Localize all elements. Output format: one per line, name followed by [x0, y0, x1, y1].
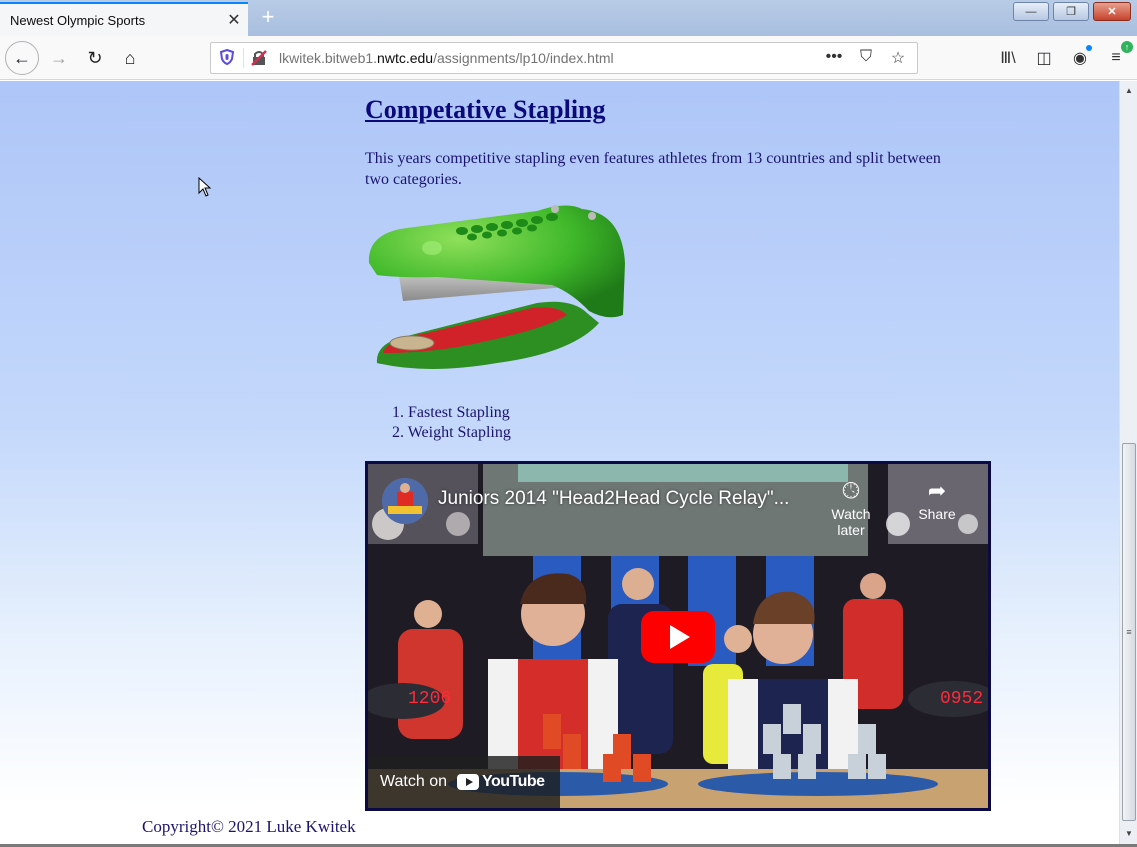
forward-button[interactable]: →	[43, 42, 75, 74]
arrow-left-icon: ←	[13, 47, 31, 68]
vertical-scrollbar[interactable]: ▲ ≡ ▼	[1119, 81, 1137, 844]
share-button[interactable]: ➦ Share	[902, 478, 972, 522]
minimize-button[interactable]: —	[1013, 2, 1049, 21]
list-item: 1. Fastest Stapling	[392, 403, 511, 423]
account-glyph: ◉	[1073, 50, 1087, 67]
list-label: Weight Stapling	[407, 424, 511, 441]
watch-later-label: Watch later	[831, 506, 871, 538]
timer-right: 0952	[940, 689, 984, 709]
share-arrow-icon: ➦	[927, 478, 947, 503]
browser-titlebar: Newest Olympic Sports ✕ + — ❐ ✕	[0, 0, 1137, 36]
list-number: 2.	[392, 424, 404, 441]
home-icon: ⌂	[124, 47, 136, 68]
mouse-cursor-icon	[198, 177, 212, 197]
tab-title: Newest Olympic Sports	[10, 12, 146, 28]
hamburger-glyph: ≡	[1111, 49, 1121, 66]
url-text[interactable]: lkwitek.bitweb1.nwtc.edu/assignments/lp1…	[273, 50, 823, 66]
navigation-toolbar: ← → ↻ ⌂ lkwitek.bitweb1.nwtc.edu/assignm…	[0, 36, 1137, 80]
channel-avatar[interactable]	[382, 478, 428, 524]
menu-icon[interactable]: ≡ ↑	[1105, 41, 1133, 67]
url-subdomain: lkwitek.bitweb1.	[279, 50, 378, 66]
youtube-play-icon	[457, 774, 479, 790]
play-button[interactable]	[641, 611, 715, 663]
notification-dot	[1086, 45, 1092, 51]
category-list: 1. Fastest Stapling 2. Weight Stapling	[392, 403, 511, 443]
youtube-video-embed[interactable]: 1206 0952 Juniors 2014 "Head2Head Cycle …	[365, 461, 991, 811]
restore-button[interactable]: ❐	[1053, 2, 1089, 21]
page-heading-link[interactable]: Competative Stapling	[365, 95, 606, 125]
pocket-icon[interactable]: ⛉	[855, 48, 877, 68]
tracking-shield-icon[interactable]	[211, 48, 243, 68]
url-bar[interactable]: lkwitek.bitweb1.nwtc.edu/assignments/lp1…	[210, 42, 918, 74]
home-button[interactable]: ⌂	[114, 42, 146, 74]
url-actions: ••• ⛉ ☆	[823, 48, 917, 68]
reload-icon: ↻	[87, 47, 103, 68]
scroll-down-arrow-icon[interactable]: ▼	[1120, 826, 1137, 842]
stapler-image	[368, 205, 625, 369]
url-domain: nwtc.edu	[377, 50, 434, 66]
youtube-logo: YouTube	[457, 773, 545, 791]
bookmark-star-icon[interactable]: ☆	[887, 48, 909, 68]
account-icon[interactable]: ◉	[1069, 45, 1092, 68]
timer-left: 1206	[408, 689, 452, 709]
arrow-right-icon: →	[50, 47, 68, 68]
window-controls: — ❐ ✕	[1013, 2, 1131, 21]
list-label: Fastest Stapling	[408, 404, 510, 421]
tab-active[interactable]: Newest Olympic Sports ✕	[0, 2, 248, 36]
watch-later-button[interactable]: 🕓︎ Watch later	[816, 478, 886, 538]
list-item: 2. Weight Stapling	[392, 423, 511, 443]
insecure-lock-icon[interactable]	[243, 48, 273, 68]
youtube-wordmark: YouTube	[482, 773, 545, 790]
scroll-up-arrow-icon[interactable]: ▲	[1120, 83, 1137, 99]
watch-on-label: Watch on	[380, 773, 447, 790]
footer-copyright: Copyright© 2021 Luke Kwitek	[142, 817, 356, 836]
video-title[interactable]: Juniors 2014 "Head2Head Cycle Relay"...	[438, 488, 789, 510]
close-icon[interactable]: ✕	[220, 10, 248, 30]
window-close-button[interactable]: ✕	[1093, 2, 1131, 21]
reload-button[interactable]: ↻	[79, 42, 111, 74]
watch-on-youtube-button[interactable]: Watch on YouTube	[368, 756, 560, 808]
update-available-icon: ↑	[1121, 41, 1133, 53]
list-number: 1.	[392, 404, 404, 421]
page-actions-icon[interactable]: •••	[823, 48, 845, 68]
url-path: /assignments/lp10/index.html	[433, 50, 614, 66]
page-viewport: Competative Stapling This years competit…	[0, 81, 1119, 844]
back-button[interactable]: ←	[5, 41, 39, 75]
play-icon	[670, 625, 690, 649]
scrollbar-thumb[interactable]: ≡	[1122, 443, 1136, 821]
new-tab-button[interactable]: +	[256, 6, 280, 30]
toolbar-right: Ⅲ\ ◫ ◉ ≡ ↑	[997, 41, 1133, 74]
share-label: Share	[918, 506, 956, 522]
library-icon[interactable]: Ⅲ\	[997, 48, 1019, 68]
clock-icon: 🕓︎	[842, 478, 860, 503]
intro-paragraph: This years competitive stapling even fea…	[365, 150, 941, 188]
sidebar-icon[interactable]: ◫	[1033, 48, 1055, 68]
